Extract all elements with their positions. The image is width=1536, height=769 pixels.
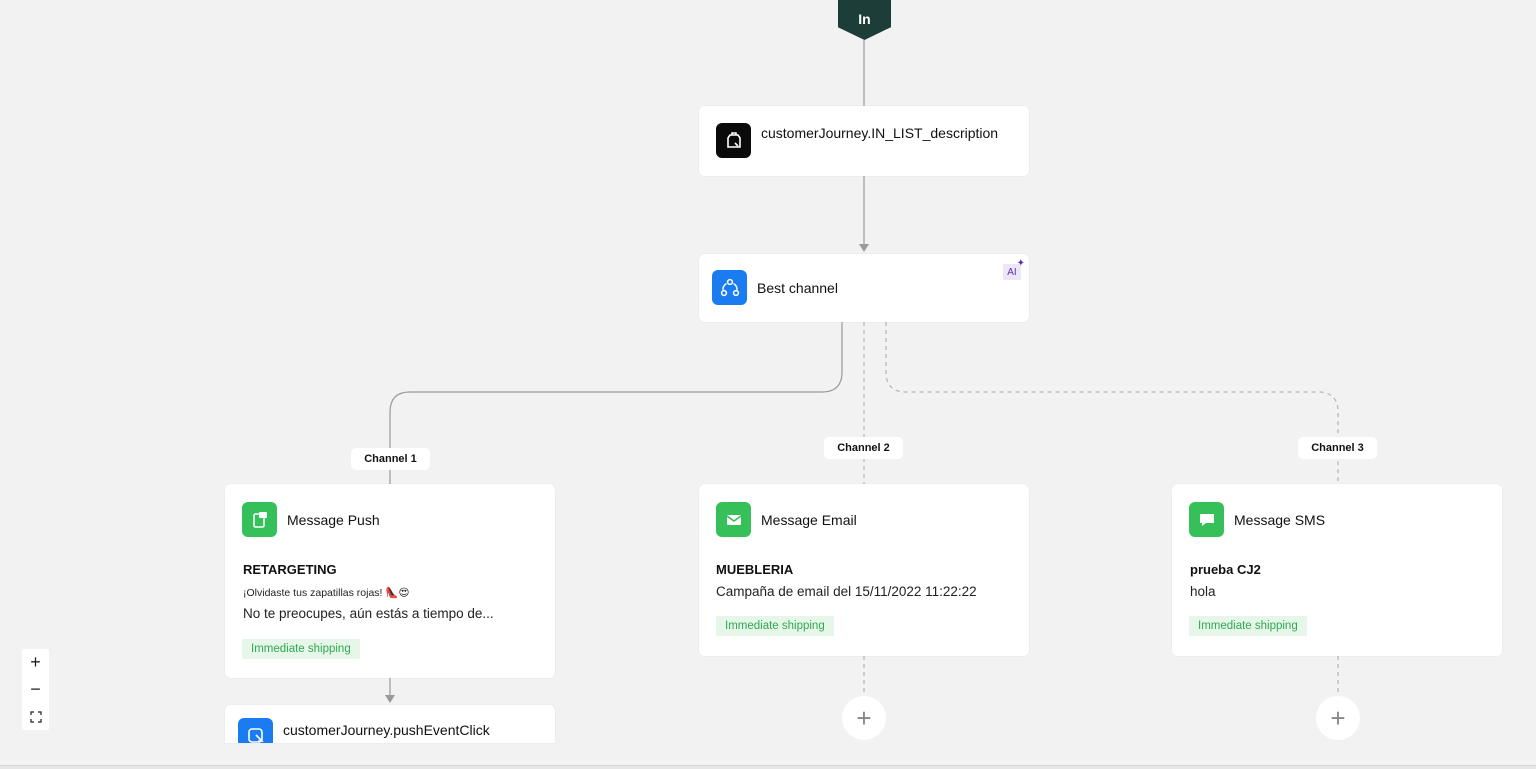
email-campaign-name: MUEBLERIA (716, 562, 794, 577)
bottom-scrollbar[interactable] (0, 765, 1536, 769)
zoom-in-button[interactable]: + (22, 649, 49, 676)
zoom-out-button[interactable]: − (22, 676, 49, 703)
channel-label-1: Channel 1 (351, 448, 430, 470)
start-label: In (858, 11, 871, 27)
push-event-node[interactable]: customerJourney.pushEventClick (225, 705, 555, 743)
in-list-title: customerJourney.IN_LIST_description (761, 124, 999, 141)
fit-view-button[interactable] (22, 703, 49, 730)
sms-title: Message SMS (1234, 511, 1326, 528)
start-node[interactable]: In (838, 0, 891, 40)
push-event-icon (238, 718, 273, 743)
journey-canvas[interactable]: In customerJourney.IN_LIST_description B… (0, 0, 1536, 769)
mail-icon (716, 502, 751, 537)
ai-label: AI (1007, 266, 1017, 278)
push-event-title: customerJourney.pushEventClick (283, 721, 490, 738)
email-body: Campaña de email del 15/11/2022 11:22:22 (716, 584, 977, 599)
push-body: No te preocupes, aún estás a tiempo de..… (243, 606, 494, 621)
email-title: Message Email (761, 511, 857, 528)
zoom-controls: + − (22, 649, 49, 730)
add-step-button-email[interactable]: + (842, 696, 886, 740)
ai-badge: AI ✦ (1003, 258, 1025, 280)
list-check-icon (716, 123, 751, 158)
channels-icon (712, 270, 747, 305)
push-message-node[interactable]: Message Push RETARGETING ¡Olvidaste tus … (225, 484, 555, 678)
fit-view-icon (29, 710, 42, 723)
sms-message-node[interactable]: Message SMS prueba CJ2 hola Immediate sh… (1172, 484, 1502, 656)
push-subject: ¡Olvidaste tus zapatillas rojas! 👠😍 (243, 587, 410, 599)
push-campaign-name: RETARGETING (243, 562, 337, 577)
sms-body: hola (1190, 584, 1216, 599)
shipping-tag: Immediate shipping (1189, 616, 1307, 636)
best-channel-title: Best channel (757, 279, 838, 296)
push-title: Message Push (287, 511, 380, 528)
push-icon (242, 502, 277, 537)
channel-label-3: Channel 3 (1298, 437, 1377, 459)
email-message-node[interactable]: Message Email MUEBLERIA Campaña de email… (699, 484, 1029, 656)
in-list-node[interactable]: customerJourney.IN_LIST_description (699, 106, 1029, 176)
shipping-tag: Immediate shipping (242, 639, 360, 659)
sms-campaign-name: prueba CJ2 (1190, 562, 1261, 577)
shipping-tag: Immediate shipping (716, 616, 834, 636)
sparkle-icon: ✦ (1016, 258, 1025, 269)
chat-icon (1189, 502, 1224, 537)
add-step-button-sms[interactable]: + (1316, 696, 1360, 740)
best-channel-node[interactable]: Best channel AI ✦ (699, 254, 1029, 322)
channel-label-2: Channel 2 (824, 437, 903, 459)
